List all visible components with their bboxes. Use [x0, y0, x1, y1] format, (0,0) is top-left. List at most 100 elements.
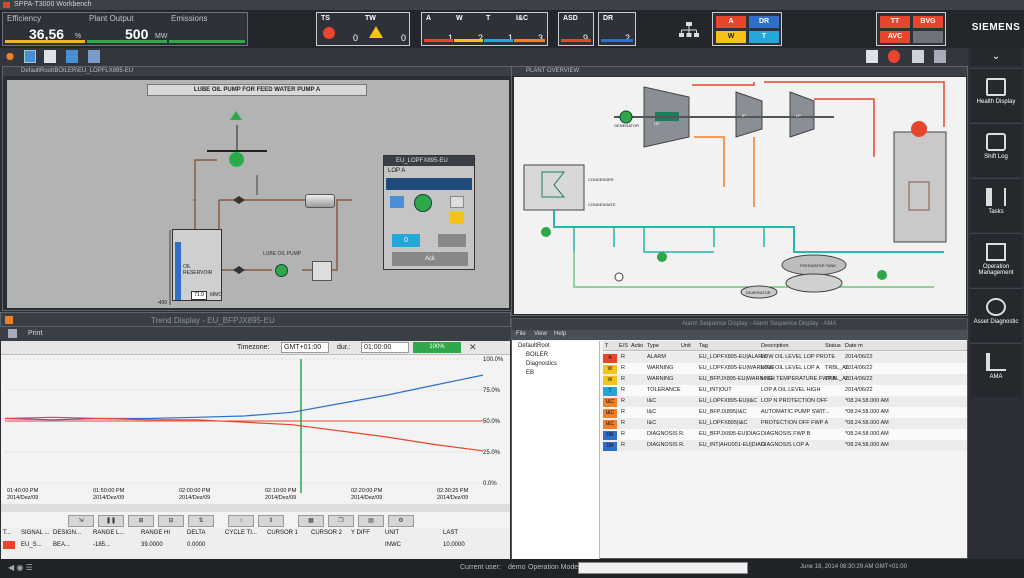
- shift-log-button[interactable]: Shift Log: [970, 123, 1022, 177]
- signal-table-header[interactable]: UNIT: [385, 530, 399, 536]
- filter-icon[interactable]: [305, 194, 335, 208]
- oil-reservoir-tank[interactable]: OIL RESERVOIR 71.0 MMC: [172, 229, 222, 301]
- alarm-column-header[interactable]: Unit: [681, 343, 691, 349]
- signal-table-cell[interactable]: -185...: [93, 542, 110, 548]
- alarm-row[interactable]: DR R DIAGNOSIS R. EU_BFPJX895-EU|DIAG DIAGNO…: [603, 429, 967, 440]
- trend-config-button[interactable]: ⚙: [388, 515, 414, 527]
- printer-icon[interactable]: [8, 329, 17, 338]
- trend-scrollbar[interactable]: [1, 504, 510, 512]
- print-menu[interactable]: Print: [28, 330, 42, 337]
- collapse-chevron-icon[interactable]: ⌄: [970, 48, 1022, 66]
- faceplate-input[interactable]: 0: [392, 234, 420, 247]
- alarm-sequence-window[interactable]: Alarm Sequence Display - Alarm Sequence …: [511, 318, 968, 559]
- signal-table-header[interactable]: SIGNAL ...: [21, 530, 49, 536]
- signal-table-header[interactable]: CYCLE TI...: [225, 530, 257, 536]
- trend-export-button[interactable]: ▦: [298, 515, 324, 527]
- signal-table-header[interactable]: Y DIFF: [351, 530, 370, 536]
- signal-table-cell[interactable]: 10.0000: [443, 542, 465, 548]
- checklist-icon[interactable]: [866, 50, 878, 63]
- operation-management-button[interactable]: Operation Management: [970, 233, 1022, 287]
- folder-icon[interactable]: [24, 50, 36, 63]
- signal-table-cell[interactable]: EU_S...: [21, 542, 42, 548]
- trend-vshift-button[interactable]: ⇕: [258, 515, 284, 527]
- menu-file[interactable]: File: [516, 331, 526, 337]
- ama-button[interactable]: AMA: [970, 343, 1022, 397]
- plant-overview-window[interactable]: PLANT OVERVIEW HP IP LP CONDENSER CONDEN…: [511, 66, 968, 316]
- signal-table-header[interactable]: DELTA: [187, 530, 205, 536]
- faceplate-lock-icon[interactable]: [450, 212, 464, 224]
- trend-vzoom-button[interactable]: ↕: [228, 515, 254, 527]
- trend-cursor-button[interactable]: ⊞: [128, 515, 154, 527]
- mute-icon[interactable]: [912, 50, 924, 63]
- alarm-row[interactable]: I&C R I&C EU_LOPFX895-EU|I&C LOP N PROTECTIO…: [603, 396, 967, 407]
- trend-cursor2-button[interactable]: ⊟: [158, 515, 184, 527]
- feed-pump-icon[interactable]: [229, 152, 244, 167]
- signal-table-header[interactable]: DESIGN...: [53, 530, 81, 536]
- cooler-icon[interactable]: [312, 261, 332, 281]
- alarm-row[interactable]: I&C R I&C EU_LOPFX895|I&C PROTECTION OFF FWP…: [603, 418, 967, 429]
- quick-button-dr[interactable]: DR: [749, 16, 779, 28]
- trend-zoom-button[interactable]: ⇲: [68, 515, 94, 527]
- health-display-button[interactable]: Health Display: [970, 68, 1022, 122]
- signal-table-cell[interactable]: BEA...: [53, 542, 70, 548]
- alarm-group-aw[interactable]: A W T I&C 1 2 1 3: [421, 12, 548, 46]
- menu-help[interactable]: Help: [554, 331, 566, 337]
- alarm-column-header[interactable]: Date m: [845, 343, 863, 349]
- tree-diagnostics[interactable]: Diagnostics: [526, 361, 557, 367]
- alarm-column-header[interactable]: T: [605, 343, 608, 349]
- tree-boiler[interactable]: BOILER: [526, 352, 548, 358]
- signal-table-header[interactable]: RANGE L...: [93, 530, 124, 536]
- alarm-column-header[interactable]: E/S: [619, 343, 628, 349]
- tree-eb[interactable]: EB: [526, 370, 534, 376]
- alarm-group-dr[interactable]: DR 2: [598, 12, 636, 46]
- quick-button-avc[interactable]: AVC: [880, 31, 910, 43]
- duration-input[interactable]: 01:00:00: [361, 342, 409, 353]
- quick-button-tt[interactable]: TT: [880, 16, 910, 28]
- trend-scale-button[interactable]: ⇅: [188, 515, 214, 527]
- menu-view[interactable]: View: [534, 331, 547, 337]
- gear-icon[interactable]: [4, 50, 16, 63]
- asset-diagnostic-button[interactable]: Asset Diagnostic: [970, 288, 1022, 342]
- horn-icon[interactable]: [934, 50, 946, 63]
- signal-table-cell[interactable]: 0.0000: [187, 542, 205, 548]
- alarm-column-header[interactable]: Tag: [699, 343, 708, 349]
- quick-button-a[interactable]: A: [716, 16, 746, 28]
- quick-button-t[interactable]: T: [749, 31, 779, 43]
- close-icon[interactable]: ✕: [469, 342, 477, 353]
- quick-button-w[interactable]: W: [716, 31, 746, 43]
- alarm-group-asd[interactable]: ASD 9: [558, 12, 594, 46]
- faceplate-close-icon[interactable]: [450, 196, 464, 208]
- alarm-row[interactable]: W R WARNING EU_LOPFX895-EU|WARNING LOW OIL L…: [603, 363, 967, 374]
- trend-table-button[interactable]: ▤: [358, 515, 384, 527]
- alarm-row[interactable]: W R WARNING EU_BFPJX895-EU|WARNING HIGH TEMP…: [603, 374, 967, 385]
- alarm-column-header[interactable]: Status: [825, 343, 841, 349]
- alarm-row[interactable]: A R ALARM EU_LOPFX895-EU|ALARM LOW OIL LEVEL…: [603, 352, 967, 363]
- binoculars-icon[interactable]: [88, 50, 100, 63]
- zoom-indicator[interactable]: 100%: [413, 342, 461, 353]
- document-icon[interactable]: [44, 50, 56, 63]
- operation-mode-select[interactable]: [578, 562, 748, 574]
- alarm-stop-icon[interactable]: [888, 50, 900, 63]
- lube-oil-window[interactable]: DefaultRoot\BOILER\EU_LOPFLX895-EU LUBE …: [2, 66, 512, 311]
- faceplate-auto-icon[interactable]: [390, 196, 404, 208]
- signal-table-cell[interactable]: INWC: [385, 542, 401, 548]
- signal-table-header[interactable]: CURSOR 2: [311, 530, 342, 536]
- quick-button-empty[interactable]: [913, 31, 943, 43]
- signal-table-cell[interactable]: 39.0000: [141, 542, 163, 548]
- alarm-group-ts-tw[interactable]: TS TW 0 0: [316, 12, 410, 46]
- timezone-select[interactable]: GMT+01:00: [281, 342, 329, 353]
- faceplate-window[interactable]: EU_LOPFX895-EU LOP A 0 Ack: [383, 155, 475, 270]
- trend-chart[interactable]: [1, 355, 510, 493]
- lube-oil-pump-icon[interactable]: [275, 264, 288, 277]
- status-left-icons[interactable]: ◀ ◉ ☰: [8, 563, 33, 572]
- signal-table-header[interactable]: T...: [3, 530, 11, 536]
- signal-table-header[interactable]: RANGE HI: [141, 530, 170, 536]
- alarm-column-header[interactable]: Description: [761, 343, 789, 349]
- tree-default-root[interactable]: DefaultRoot: [518, 343, 550, 349]
- signal-table-header[interactable]: LAST: [443, 530, 458, 536]
- signal-table-header[interactable]: CURSOR 1: [267, 530, 298, 536]
- faceplate-slot[interactable]: [438, 234, 466, 247]
- alarm-row[interactable]: T R TOLERANCE EU_INT|OUT LOP A OIL LEVEL HIG…: [603, 385, 967, 396]
- trend-pause-button[interactable]: ❚❚: [98, 515, 124, 527]
- trend-copy-button[interactable]: ❐: [328, 515, 354, 527]
